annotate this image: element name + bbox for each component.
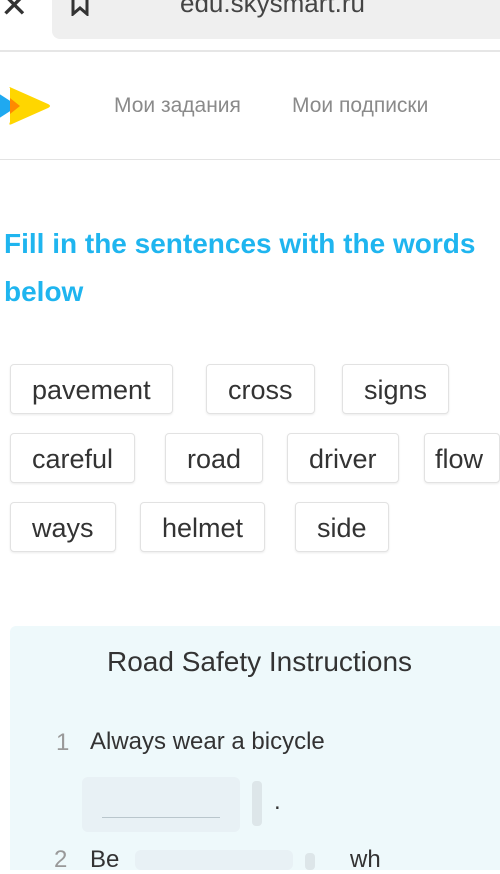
close-icon[interactable]: ✕ <box>0 0 29 26</box>
word-chip[interactable]: driver <box>287 433 399 483</box>
word-chip[interactable]: side <box>295 502 389 552</box>
word-chip[interactable]: cross <box>206 364 315 414</box>
answer-blank[interactable] <box>82 777 240 832</box>
exercise-title: Road Safety Instructions <box>107 646 413 677</box>
nav-my-tasks[interactable]: Мои задания <box>114 94 241 118</box>
item-number: 1 <box>56 729 70 756</box>
word-chip[interactable]: helmet <box>140 502 266 552</box>
word-chip[interactable]: ways <box>10 502 116 552</box>
drag-handle[interactable] <box>305 853 315 870</box>
word-chip[interactable]: road <box>165 433 264 483</box>
browser-toolbar: ✕ edu.skysmart.ru <box>0 0 500 52</box>
word-chip[interactable]: pavement <box>10 364 173 414</box>
bookmark-icon[interactable] <box>70 0 90 16</box>
nav-my-subscriptions[interactable]: Мои подписки <box>292 94 428 118</box>
skysmart-logo[interactable] <box>0 86 52 126</box>
task-title: Fill in the sentences with the words bel… <box>4 228 476 307</box>
answer-blank[interactable] <box>135 850 293 870</box>
word-chip[interactable]: signs <box>342 364 450 414</box>
url-text[interactable]: edu.skysmart.ru <box>180 0 365 19</box>
drag-handle[interactable] <box>252 781 262 826</box>
site-header: Мои задания Мои подписки <box>0 54 500 160</box>
item-text: Always wear a bicycle <box>90 728 325 755</box>
word-chip[interactable]: careful <box>10 433 136 483</box>
word-chip[interactable]: flow <box>424 433 500 483</box>
item-end: . <box>274 788 281 815</box>
